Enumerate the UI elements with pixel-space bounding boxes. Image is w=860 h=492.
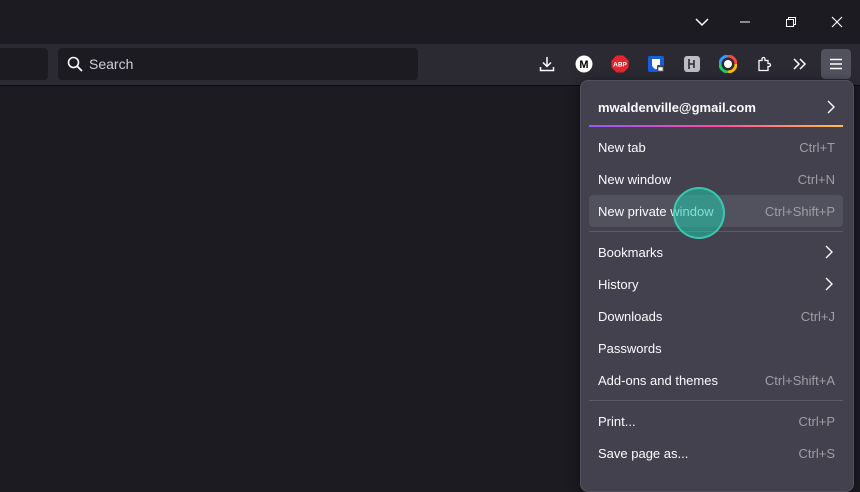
search-icon bbox=[67, 56, 83, 72]
account-email: mwaldenville@gmail.com bbox=[598, 100, 756, 115]
adblock-plus-icon: ABP bbox=[611, 55, 629, 73]
menu-item-bookmarks[interactable]: Bookmarks bbox=[589, 236, 843, 268]
chevron-right-icon bbox=[827, 100, 835, 114]
search-bar[interactable]: Search bbox=[58, 48, 418, 80]
menu-item-label: New private window bbox=[598, 204, 714, 219]
menu-item-addons-themes[interactable]: Add-ons and themes Ctrl+Shift+A bbox=[589, 364, 843, 396]
menu-item-label: Passwords bbox=[598, 341, 662, 356]
menu-item-shortcut: Ctrl+P bbox=[798, 414, 835, 429]
menu-item-print[interactable]: Print... Ctrl+P bbox=[589, 405, 843, 437]
chevron-right-icon bbox=[825, 277, 833, 291]
medium-icon: M bbox=[575, 55, 593, 73]
chevron-right-icon bbox=[825, 245, 833, 259]
adblock-plus-button[interactable]: ABP bbox=[605, 49, 635, 79]
menu-separator bbox=[589, 400, 843, 401]
medium-extension-button[interactable]: M bbox=[569, 49, 599, 79]
overflow-menu-button[interactable] bbox=[785, 49, 815, 79]
hk-extension-button[interactable] bbox=[677, 49, 707, 79]
menu-item-new-private-window[interactable]: New private window Ctrl+Shift+P bbox=[589, 195, 843, 227]
menu-item-label: Bookmarks bbox=[598, 245, 664, 260]
svg-text:ABP: ABP bbox=[613, 62, 627, 69]
menu-item-new-tab[interactable]: New tab Ctrl+T bbox=[589, 131, 843, 163]
menu-item-label: New window bbox=[598, 172, 671, 187]
color-picker-button[interactable] bbox=[713, 49, 743, 79]
app-menu-panel: mwaldenville@gmail.com New tab Ctrl+T Ne… bbox=[580, 80, 854, 492]
search-placeholder[interactable]: Search bbox=[89, 56, 133, 72]
close-icon bbox=[831, 16, 843, 28]
menu-item-label: Downloads bbox=[598, 309, 663, 324]
menu-item-label: Save page as... bbox=[598, 446, 689, 461]
menu-item-shortcut: Ctrl+Shift+P bbox=[764, 204, 835, 219]
minimize-button[interactable] bbox=[722, 0, 768, 44]
menu-item-passwords[interactable]: Passwords bbox=[589, 332, 843, 364]
menu-item-label: Print... bbox=[598, 414, 636, 429]
title-bar bbox=[0, 0, 860, 44]
account-item[interactable]: mwaldenville@gmail.com bbox=[589, 90, 845, 124]
restore-button[interactable] bbox=[768, 0, 814, 44]
app-menu-button[interactable] bbox=[821, 49, 851, 79]
hk-extension-icon bbox=[684, 56, 700, 72]
restore-icon bbox=[786, 17, 796, 27]
menu-item-shortcut: Ctrl+Shift+A bbox=[764, 373, 835, 388]
menu-item-downloads[interactable]: Downloads Ctrl+J bbox=[589, 300, 843, 332]
account-separator bbox=[589, 125, 843, 127]
menu-item-save-page[interactable]: Save page as... Ctrl+S bbox=[589, 437, 843, 469]
menu-item-label: History bbox=[598, 277, 639, 292]
list-all-tabs-button[interactable] bbox=[679, 0, 725, 44]
downloads-icon bbox=[539, 57, 555, 72]
double-chevron-right-icon bbox=[793, 58, 807, 70]
chevron-down-icon bbox=[695, 18, 709, 27]
menu-item-shortcut: Ctrl+T bbox=[799, 140, 835, 155]
bitwarden-icon bbox=[648, 56, 664, 72]
close-button[interactable] bbox=[814, 0, 860, 44]
downloads-button[interactable] bbox=[532, 49, 562, 79]
menu-item-history[interactable]: History bbox=[589, 268, 843, 300]
menu-separator bbox=[589, 231, 843, 232]
minimize-icon bbox=[740, 21, 750, 23]
menu-item-shortcut: Ctrl+N bbox=[797, 172, 835, 187]
color-picker-icon bbox=[719, 55, 737, 73]
menu-item-shortcut: Ctrl+S bbox=[798, 446, 835, 461]
bitwarden-button[interactable] bbox=[641, 49, 671, 79]
hamburger-menu-icon bbox=[830, 58, 842, 70]
url-bar[interactable] bbox=[0, 48, 48, 80]
menu-item-new-window[interactable]: New window Ctrl+N bbox=[589, 163, 843, 195]
menu-item-label: New tab bbox=[598, 140, 646, 155]
extensions-button[interactable] bbox=[749, 49, 779, 79]
menu-item-label: Add-ons and themes bbox=[598, 373, 718, 388]
extensions-icon bbox=[758, 56, 772, 72]
menu-item-shortcut: Ctrl+J bbox=[800, 309, 835, 324]
svg-text:M: M bbox=[579, 59, 588, 71]
